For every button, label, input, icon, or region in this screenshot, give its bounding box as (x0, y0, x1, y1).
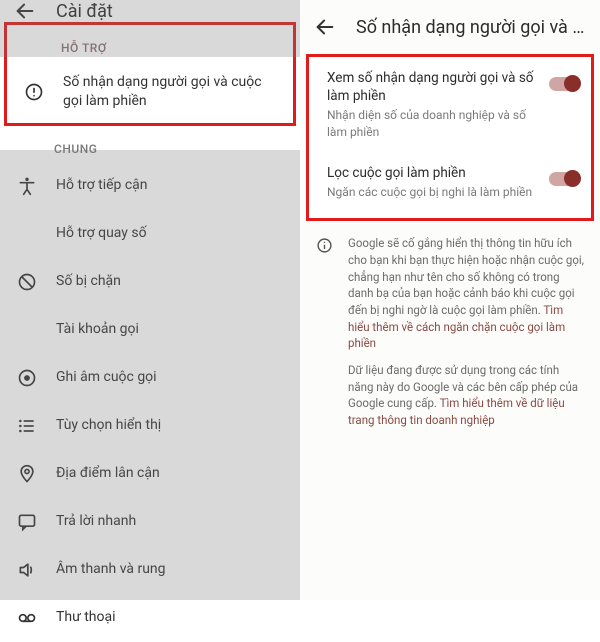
alert-circle-icon (23, 82, 45, 102)
setting-subtitle: Nhận diện số của doanh nghiệp và số làm … (327, 107, 539, 139)
list-item[interactable]: Trả lời nhanh (0, 498, 300, 546)
list-item-label: Hỗ trợ quay số (56, 224, 147, 243)
list-item[interactable]: Hỗ trợ quay số (0, 210, 300, 258)
settings-panel: Cài đặt HỖ TRỢ Số nhận dạng người gọi và… (0, 0, 300, 600)
list-item-label: Số bị chặn (56, 272, 121, 291)
list-item[interactable]: Hỗ trợ tiếp cận (0, 162, 300, 210)
section-label-support: HỖ TRỢ (7, 25, 293, 61)
setting-caller-id[interactable]: Xem số nhận dạng người gọi và số làm phi… (309, 57, 591, 152)
setting-title: Xem số nhận dạng người gọi và số làm phi… (327, 69, 539, 105)
accessibility-icon (16, 176, 38, 196)
info-paragraph-2: Dữ liệu đang được sử dụng trong các tính… (348, 362, 584, 429)
row-caller-id-spam[interactable]: Số nhận dạng người gọi và cuộc gọi làm p… (7, 61, 293, 123)
list-icon (16, 416, 38, 436)
chat-icon (16, 512, 38, 532)
info-paragraph-1: Google sẽ cố gắng hiển thị thông tin hữu… (348, 235, 584, 352)
page-title-left: Cài đặt (56, 1, 113, 22)
block-icon (16, 272, 38, 292)
toggle-switch-spam-filter[interactable] (549, 172, 579, 186)
setting-title: Lọc cuộc gọi làm phiền (327, 164, 539, 182)
list-item-label: Tài khoản gọi (56, 320, 139, 339)
list-item-label: Âm thanh và rung (56, 560, 166, 579)
list-item[interactable]: Số bị chặn (0, 258, 300, 306)
back-arrow-icon[interactable] (14, 0, 36, 22)
general-list: Hỗ trợ tiếp cận Hỗ trợ quay số Số bị chặn T… (0, 162, 300, 642)
list-item-label: Trả lời nhanh (56, 512, 136, 531)
setting-subtitle: Ngăn các cuộc gọi bị nghi là làm phiền (327, 184, 539, 200)
info-icon (316, 237, 334, 438)
record-icon (16, 368, 38, 388)
row-label: Số nhận dạng người gọi và cuộc gọi làm p… (63, 73, 277, 111)
caller-id-panel: Số nhận dạng người gọi và cuộ... Xem số … (300, 0, 600, 600)
list-item-label: Ghi âm cuộc gọi (56, 368, 157, 387)
list-item[interactable]: Ghi âm cuộc gọi (0, 354, 300, 402)
appbar-right: Số nhận dạng người gọi và cuộ... (300, 0, 600, 54)
list-item[interactable]: Tùy chọn hiển thị (0, 402, 300, 450)
voicemail-icon (16, 608, 38, 628)
section-label-general: CHUNG (0, 126, 300, 162)
list-item-label: Hỗ trợ tiếp cận (56, 176, 148, 195)
toggle-switch-caller-id[interactable] (549, 77, 579, 91)
list-item[interactable]: Tài khoản gọi (0, 306, 300, 354)
info-block: Google sẽ cố gắng hiển thị thông tin hữu… (300, 221, 600, 446)
list-item[interactable]: Âm thanh và rung (0, 546, 300, 594)
list-item[interactable]: Địa điểm lân cận (0, 450, 300, 498)
list-item-label: Tùy chọn hiển thị (56, 416, 161, 435)
list-item-label: Địa điểm lân cận (56, 464, 160, 483)
back-arrow-icon[interactable] (314, 16, 336, 38)
pin-icon (16, 464, 38, 484)
volume-icon (16, 560, 38, 580)
page-title-right: Số nhận dạng người gọi và cuộ... (356, 17, 586, 38)
highlight-support-section: HỖ TRỢ Số nhận dạng người gọi và cuộc gọ… (4, 22, 296, 126)
setting-spam-filter[interactable]: Lọc cuộc gọi làm phiền Ngăn các cuộc gọi… (309, 152, 591, 212)
list-item-label: Thư thoại (56, 608, 116, 627)
list-item[interactable]: Thư thoại (0, 594, 300, 642)
highlight-toggles: Xem số nhận dạng người gọi và số làm phi… (306, 54, 594, 221)
appbar-left: Cài đặt (0, 0, 300, 22)
